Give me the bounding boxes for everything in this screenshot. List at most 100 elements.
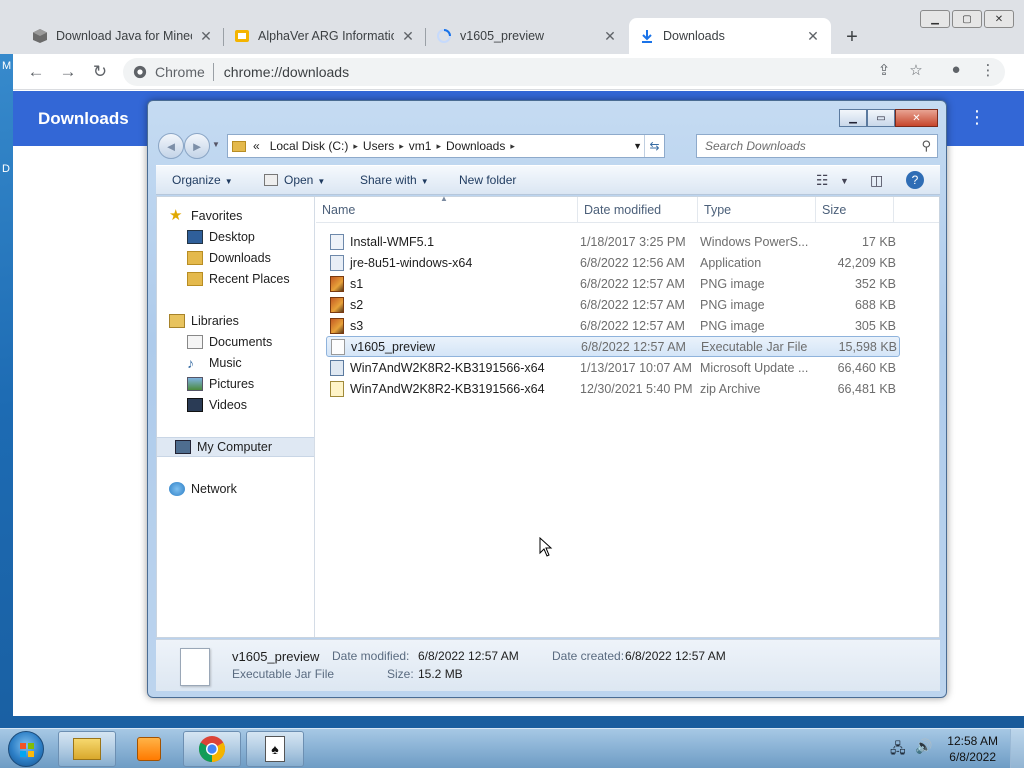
organize-button[interactable]: Organize ▼ [172,173,233,187]
chrome-menu-icon[interactable]: ⋮ [977,61,999,79]
recent-places-icon [187,272,203,286]
column-size[interactable]: Size [816,197,894,223]
file-name: Win7AndW2K8R2-KB3191566-x64 [330,380,582,397]
start-button[interactable] [8,731,44,767]
minimize-button[interactable]: ▁ [839,109,867,127]
nav-music[interactable]: ♪ Music [187,353,242,373]
videos-icon [187,398,203,412]
share-icon[interactable]: ⇪ [873,61,895,79]
help-icon[interactable]: ? [906,171,924,189]
column-type[interactable]: Type [698,197,816,223]
nav-videos[interactable]: Videos [187,395,247,415]
new-folder-button[interactable]: New folder [459,173,516,187]
recent-pages-chevron-icon[interactable]: ▼ [212,140,220,149]
tab-alphaver[interactable]: AlphaVer ARG Information ✕ [224,18,426,54]
file-row[interactable]: s2 6/8/2022 12:57 AM PNG image 688 KB [326,294,900,315]
breadcrumb-local-disk[interactable]: Local Disk (C:) [265,139,354,153]
file-date: 6/8/2022 12:57 AM [581,339,686,354]
png-file-icon [330,296,344,313]
file-date: 6/8/2022 12:57 AM [580,297,685,312]
close-button[interactable]: ✕ [895,109,938,127]
view-dropdown-icon[interactable]: ▼ [840,176,849,186]
nav-downloads[interactable]: Downloads [187,248,271,268]
pictures-icon [187,377,203,391]
maximize-button[interactable]: ▭ [867,109,895,127]
maximize-button[interactable]: ▢ [952,10,982,28]
downloads-folder-icon [187,251,203,265]
file-type: Windows PowerS... [700,234,809,249]
breadcrumb-downloads[interactable]: Downloads [441,139,510,153]
file-row[interactable]: s3 6/8/2022 12:57 AM PNG image 305 KB [326,315,900,336]
close-button[interactable]: ✕ [984,10,1014,28]
minimize-button[interactable]: ▁ [920,10,950,28]
nav-pictures[interactable]: Pictures [187,374,254,394]
nav-my-computer[interactable]: My Computer [157,437,314,457]
nav-network[interactable]: Network [169,479,237,499]
jar-file-icon [180,648,210,686]
taskbar-explorer-button[interactable] [58,731,116,767]
file-size: 15,598 KB [838,339,897,354]
address-dropdown-icon[interactable]: ▼ [633,141,642,151]
breadcrumb-vm1[interactable]: vm1 [404,139,437,153]
tab-downloads[interactable]: Downloads ✕ [629,18,831,54]
show-desktop-button[interactable] [1010,729,1024,768]
nav-recent-places[interactable]: Recent Places [187,269,290,289]
file-row[interactable]: v1605_preview 6/8/2022 12:57 AM Executable… [326,336,900,357]
taskbar-solitaire-button[interactable]: ♠ [246,731,304,767]
network-tray-icon[interactable]: 🖧 [890,738,906,762]
back-arrow-icon[interactable]: ← [25,61,47,83]
explorer-window: ▁ ▭ ✕ ◄ ► ▼ « Local Disk (C:) ▸ Users ▸ … [147,100,947,698]
profile-avatar-icon[interactable]: ● [945,61,967,78]
tab-close-icon[interactable]: ✕ [198,28,214,45]
tab-title: AlphaVer ARG Information [258,29,394,43]
nav-libraries[interactable]: Libraries [169,311,239,331]
taskbar-chrome-button[interactable] [183,731,241,767]
refresh-icon[interactable]: ⇆ [644,135,664,157]
nav-desktop[interactable]: Desktop [187,227,255,247]
file-row[interactable]: Win7AndW2K8R2-KB3191566-x64 12/30/2021 5:… [326,378,900,399]
msu-file-icon [330,359,344,376]
details-created-label: Date created: [552,649,625,663]
search-icon: ⚲ [921,138,931,153]
tab-java-download[interactable]: Download Java for Minecraft ✕ [22,18,224,54]
breadcrumb-arrow-icon[interactable]: ▸ [510,141,515,152]
share-with-button[interactable]: Share with ▼ [360,173,429,187]
preview-pane-icon[interactable]: ◫ [870,172,883,189]
tab-v1605-preview[interactable]: v1605_preview ✕ [426,18,628,54]
file-row[interactable]: Win7AndW2K8R2-KB3191566-x64 1/13/2017 10:… [326,357,900,378]
breadcrumb-overflow[interactable]: « [248,139,265,153]
breadcrumb-users[interactable]: Users [358,139,399,153]
system-clock[interactable]: 12:58 AM 6/8/2022 [947,733,998,765]
address-breadcrumb[interactable]: « Local Disk (C:) ▸ Users ▸ vm1 ▸ Downlo… [227,134,665,158]
volume-icon[interactable]: 🔊 [915,738,932,755]
open-button[interactable]: Open ▼ [264,173,325,187]
back-button[interactable]: ◄ [158,133,184,159]
column-date-modified[interactable]: Date modified [578,197,698,223]
tab-title: Download Java for Minecraft [56,29,192,43]
file-size: 66,460 KB [837,360,896,375]
desktop-icon [187,230,203,244]
tab-close-icon[interactable]: ✕ [400,28,416,45]
file-row[interactable]: s1 6/8/2022 12:57 AM PNG image 352 KB [326,273,900,294]
downloads-menu-icon[interactable]: ⋮ [968,107,986,128]
bookmark-star-icon[interactable]: ☆ [905,61,927,79]
page-title: Downloads [38,109,129,128]
forward-arrow-icon[interactable]: → [57,61,79,83]
navigation-pane: ★ Favorites Desktop Downloads Recent Plac… [157,197,315,637]
png-file-icon [330,317,344,334]
tab-close-icon[interactable]: ✕ [805,28,821,45]
forward-button[interactable]: ► [184,133,210,159]
taskbar-media-player-button[interactable] [120,731,178,767]
file-row[interactable]: Install-WMF5.1 1/18/2017 3:25 PM Windows P… [326,231,900,252]
tab-close-icon[interactable]: ✕ [602,28,618,45]
file-row[interactable]: jre-8u51-windows-x64 6/8/2022 12:56 AM App… [326,252,900,273]
reload-icon[interactable]: ↻ [89,61,111,83]
view-options-icon[interactable]: ☷ [816,172,829,189]
new-tab-button[interactable]: + [842,26,862,49]
nav-favorites[interactable]: ★ Favorites [169,206,242,226]
details-file-name: v1605_preview [232,649,320,664]
explorer-navigation-bar: ◄ ► ▼ « Local Disk (C:) ▸ Users ▸ vm1 ▸ … [156,132,940,160]
search-input[interactable]: Search Downloads ⚲ [696,134,938,158]
file-name: s3 [330,317,582,334]
nav-documents[interactable]: Documents [187,332,272,352]
